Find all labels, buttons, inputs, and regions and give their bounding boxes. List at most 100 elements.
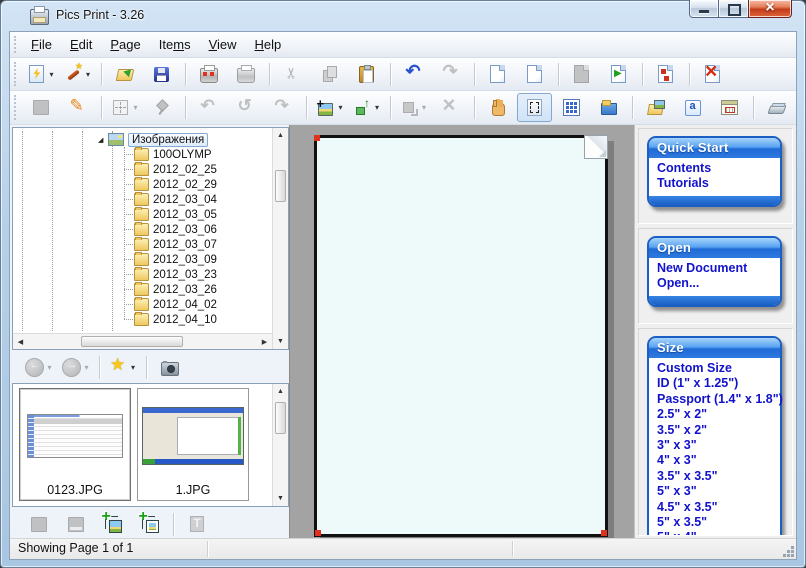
link-open[interactable]: Open... — [657, 276, 772, 291]
expand-arrow-icon[interactable]: ◢ — [98, 136, 108, 144]
page-checks-button[interactable] — [648, 60, 683, 89]
menu-file[interactable]: File — [22, 34, 61, 55]
undo-button[interactable] — [396, 60, 431, 89]
resize-button[interactable]: ▾ — [349, 93, 384, 122]
menu-page[interactable]: Page — [101, 34, 149, 55]
scrollbar-thumb[interactable] — [81, 336, 183, 347]
page-new2-button[interactable] — [517, 60, 552, 89]
page-canvas — [289, 125, 634, 539]
print-setup-button[interactable] — [191, 60, 226, 89]
folder-photo-button[interactable] — [638, 93, 673, 122]
marquee-page-button[interactable] — [517, 93, 552, 122]
magic-wand-button[interactable]: ▾ — [60, 60, 95, 89]
link-custom-size[interactable]: Custom Size — [657, 361, 772, 376]
crop-mark — [315, 530, 321, 536]
calendar-button[interactable] — [712, 93, 747, 122]
section-size: SizeCustom SizeID (1" x 1.25")Passport (… — [638, 328, 793, 536]
img-gray-icon — [31, 517, 47, 532]
link-5-x-3[interactable]: 5" x 3" — [657, 484, 772, 499]
scrollbar-thumb[interactable] — [275, 170, 286, 202]
hand-button[interactable] — [480, 93, 515, 122]
spreadsheet-screenshot-icon — [27, 414, 123, 458]
img-position-button[interactable]: ▾ — [312, 93, 347, 122]
thumbnail-1-jpg[interactable]: 1.JPG — [137, 388, 249, 501]
main-toolbar: ▾▾ — [10, 58, 796, 91]
link-5-x-4[interactable]: 5" x 4" — [657, 530, 772, 536]
dropdown-arrow-icon: ▾ — [375, 103, 379, 112]
menu-items[interactable]: Items — [150, 34, 200, 55]
add-images-frame-button[interactable] — [132, 510, 167, 539]
print-icon — [237, 68, 255, 83]
star-icon — [110, 358, 128, 376]
close-button[interactable] — [748, 0, 792, 18]
document-page[interactable] — [314, 135, 608, 537]
menu-edit[interactable]: Edit — [61, 34, 101, 55]
menu-help[interactable]: Help — [246, 34, 291, 55]
copy-icon — [321, 65, 339, 83]
link-5-x-3-5[interactable]: 5" x 3.5" — [657, 515, 772, 530]
wizard-doc-button[interactable]: ▾ — [23, 60, 58, 89]
link-3-x-3[interactable]: 3" x 3" — [657, 438, 772, 453]
scroll-down-icon[interactable]: ▼ — [273, 334, 288, 349]
tree-vertical-scrollbar[interactable]: ▲ ▼ — [272, 128, 288, 349]
resize-grip[interactable] — [791, 546, 794, 549]
link-tutorials[interactable]: Tutorials — [657, 176, 772, 191]
folder-open-button[interactable] — [107, 60, 142, 89]
folder-open-icon — [116, 65, 134, 83]
thumbnail-0123-jpg[interactable]: 0123.JPG — [19, 388, 131, 501]
link-contents[interactable]: Contents — [657, 161, 772, 176]
star-button[interactable]: ▾ — [105, 353, 140, 382]
folder-image-icon — [600, 99, 618, 117]
folder-icon — [134, 148, 149, 161]
section-open: OpenNew DocumentOpen... — [638, 228, 793, 324]
rotate-right-icon — [274, 99, 292, 117]
folder-image-button[interactable] — [591, 93, 626, 122]
save-button[interactable] — [144, 60, 179, 89]
link-2-5-x-2[interactable]: 2.5" x 2" — [657, 407, 772, 422]
title-bar[interactable]: Pics Print - 3.26 — [1, 1, 805, 31]
scroll-right-icon[interactable]: ▶ — [257, 334, 272, 349]
scrollbar-thumb[interactable] — [275, 402, 286, 434]
card-title-quick-start: Quick Start — [649, 138, 780, 158]
link-new-document[interactable]: New Document — [657, 261, 772, 276]
menu-view[interactable]: View — [200, 34, 246, 55]
link-id-1-x-1-25[interactable]: ID (1" x 1.25") — [657, 376, 772, 391]
thumbnail-scrollbar[interactable]: ▲ ▼ — [272, 384, 288, 506]
folder-nav-toolbar: ▾▾▾ — [12, 353, 297, 381]
scanner-button[interactable] — [759, 93, 794, 122]
app-window: Pics Print - 3.26 FileEditPageItemsViewH… — [0, 0, 806, 568]
text-a-button[interactable] — [675, 93, 710, 122]
pin-icon — [153, 99, 171, 117]
x-delete-icon — [442, 99, 460, 117]
tree-horizontal-scrollbar[interactable]: ◀ ▶ — [13, 333, 272, 349]
page-play-button[interactable] — [601, 60, 636, 89]
link-3-5-x-2[interactable]: 3.5" x 2" — [657, 423, 772, 438]
img-gray2-button — [58, 510, 93, 539]
dropdown-arrow-icon: ▾ — [49, 70, 53, 79]
link-3-5-x-3-5[interactable]: 3.5" x 3.5" — [657, 469, 772, 484]
folder-photo-icon — [647, 99, 665, 117]
maximize-button[interactable] — [719, 0, 748, 18]
calendar-icon — [721, 100, 738, 115]
camera-button[interactable] — [152, 353, 187, 382]
page-delete-button[interactable] — [695, 60, 730, 89]
link-4-x-3[interactable]: 4" x 3" — [657, 453, 772, 468]
dropdown-arrow-icon: ▾ — [422, 103, 426, 112]
thumb-grid-button[interactable] — [554, 93, 589, 122]
page-curl-icon[interactable] — [584, 135, 608, 159]
page-new-button[interactable] — [480, 60, 515, 89]
print-setup-icon — [200, 68, 218, 83]
print-button — [228, 60, 263, 89]
scroll-left-icon[interactable]: ◀ — [13, 334, 28, 349]
shape-gray-button: ▾ — [396, 93, 431, 122]
scroll-up-icon[interactable]: ▲ — [273, 384, 288, 399]
link-passport-1-4-x-1-8[interactable]: Passport (1.4" x 1.8") — [657, 392, 772, 407]
scroll-up-icon[interactable]: ▲ — [273, 128, 288, 143]
minimize-button[interactable] — [689, 0, 719, 18]
add-images-button[interactable] — [95, 510, 130, 539]
scroll-down-icon[interactable]: ▼ — [273, 491, 288, 506]
folder-icon — [134, 298, 149, 311]
link-4-5-x-3-5[interactable]: 4.5" x 3.5" — [657, 500, 772, 515]
paste-button[interactable] — [349, 60, 384, 89]
pencil-button[interactable] — [60, 93, 95, 122]
